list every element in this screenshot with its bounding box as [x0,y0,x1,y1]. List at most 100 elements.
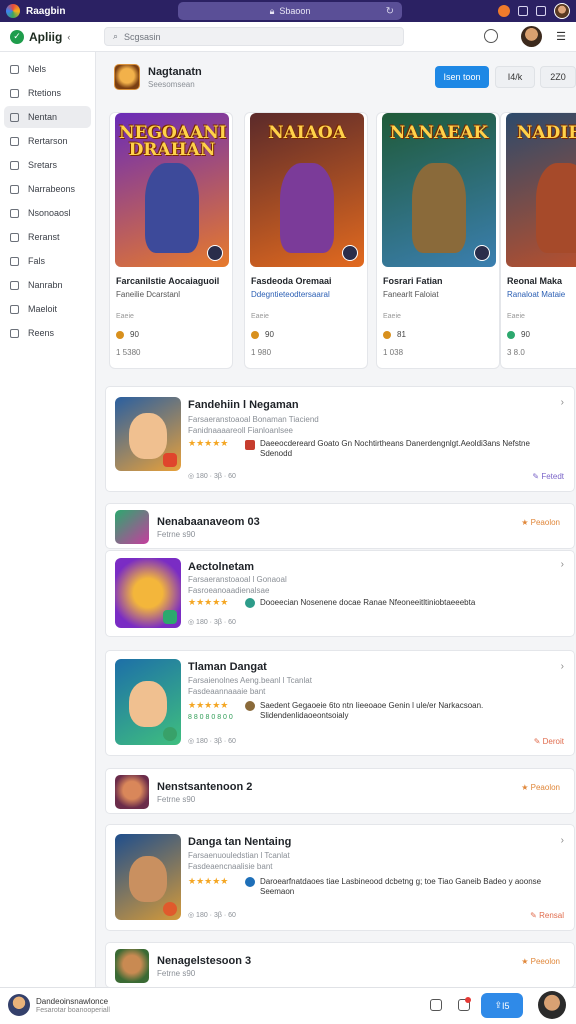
pencil-icon: ✎ [533,737,543,746]
game-description: Saedent Gegaoeie 6to ntn Iieeoaoe Genin … [260,701,484,720]
star-icon: ★ [521,957,531,966]
coin-icon [251,330,259,339]
sidebar-item-10[interactable]: Maeloit [4,298,91,320]
app-mini-icon [245,877,255,887]
game-name: Reonal Maka [507,276,563,286]
featured-card[interactable]: NADIEAK Reonal Maka Ranaloat Mataie Eaei… [500,112,576,369]
coin-row: 81 [383,330,406,339]
pencil-icon: ✎ [530,911,540,920]
section-title: Nenagelstesoon 3 [157,955,252,967]
sidebar-item-4[interactable]: Sretars [4,154,91,176]
clock-icon[interactable] [484,29,498,43]
featured-card[interactable]: NAIAOA Fasdeoda Oremaai Ddegntieteodters… [244,112,368,369]
game-developer[interactable]: Fanearlt Faloiat [383,290,439,299]
pin-action[interactable]: ★ Peaolon [521,518,560,527]
edit-action[interactable]: ✎ Fetedt [532,472,564,481]
edit-action[interactable]: ✎ Rensal [530,911,564,920]
coin-row: 90 [251,330,274,339]
section-header[interactable]: Nenstsantenoon 2 Fetrne s90 ★ Peaolon [105,768,575,814]
secondary-button-2[interactable]: 2Z0 [540,66,576,88]
browser-profile-avatar[interactable] [554,3,570,19]
character-face [129,681,167,727]
pin-action[interactable]: ★ Peeolon [521,957,560,966]
primary-action-button[interactable]: ⇪ I5 [481,993,523,1018]
character-face [129,413,167,459]
game-name[interactable]: Fandehiin l Negaman [188,399,299,411]
star-icon: ★ [521,783,531,792]
section-icon [115,775,149,809]
edit-action[interactable]: ✎ Deroit [534,737,564,746]
primary-button[interactable]: Isen toon [435,66,489,88]
page-header: Nagtanatn Seesomsean Isen toon I4/k 2Z0 [112,62,576,96]
menu-icon[interactable]: ☰ [556,30,566,43]
window-icon[interactable] [536,6,546,16]
bell-icon[interactable] [430,999,442,1011]
game-thumbnail [115,659,181,745]
game-name[interactable]: Aectolnetam [188,561,254,573]
extension-icon[interactable] [498,5,510,17]
action-badge-icon [163,610,177,624]
game-list-card[interactable]: Aectolnetam Farsaeranstoaoal l Gonaoal F… [105,550,575,637]
game-list-card[interactable]: Fandehiin l Negaman Farsaeranstoaoal Bon… [105,386,575,492]
chevron-right-icon[interactable]: › [561,559,564,570]
featured-card[interactable]: NANAEAK Fosrari Fatian Fanearlt Faloiat … [376,112,500,369]
game-developer[interactable]: Faneilie Dcarstanl [116,290,180,299]
game-thumbnail [115,558,181,628]
nav-icon [10,328,19,338]
game-tags: 8 8 0 8 0 8 0 0 [188,714,233,721]
sidebar: Nels Rtetions Nentan Rertarson Sretars N… [0,52,96,987]
chevron-right-icon[interactable]: › [561,835,564,846]
sidebar-item-3[interactable]: Rertarson [4,130,91,152]
now-playing-avatar[interactable] [8,994,30,1016]
game-info-line: Fasdeaannaaaie bant [188,687,266,696]
game-developer[interactable]: Ddegntieteodtersaaral [251,290,330,299]
sidebar-item-11[interactable]: Reens [4,322,91,344]
game-stats: ◎ 180 · 3β · 60 [188,473,236,480]
rating-stars: ★★★★★ [188,597,229,607]
featured-card[interactable]: NEGOAANI DRAHAN Farcanilstie Aocaiaguoil… [109,112,233,369]
game-meta: Eaeie [507,313,525,320]
game-name[interactable]: Tlaman Dangat [188,661,267,673]
tab-title[interactable]: Raagbin [26,6,146,17]
search-input[interactable]: ⌕ Scgsasin [104,27,404,46]
game-info-line: Farsaeranstoaoal l Gonaoal [188,575,287,584]
nav-icon [10,88,19,98]
sidebar-item-1[interactable]: Rtetions [4,82,91,104]
sidebar-item-7[interactable]: Reranst [4,226,91,248]
action-badge-icon [163,453,177,467]
sidebar-item-8[interactable]: Fals [4,250,91,272]
chevron-right-icon[interactable]: › [561,397,564,408]
game-developer[interactable]: Ranaloat Mataie [507,290,565,299]
sidebar-item-5[interactable]: Narrabeons [4,178,91,200]
game-logo-text: NAIAOA [268,123,346,143]
sidebar-item-9[interactable]: Nanrabn [4,274,91,296]
action-badge-icon [163,902,177,916]
reload-icon[interactable]: ↻ [386,6,394,17]
nav-icon [10,136,19,146]
pin-action[interactable]: ★ Peaolon [521,783,560,792]
section-subtitle: Fetrne s90 [157,530,196,539]
coin-icon [383,330,391,339]
coin-row: 90 [116,330,139,339]
section-header[interactable]: Nenagelstesoon 3 Fetrne s90 ★ Peeolon [105,942,575,987]
sidebar-item-6[interactable]: Nsonoaosl [4,202,91,224]
address-bar[interactable]: 🔒︎ Sbaoon ↻ [178,2,402,20]
page-title: Nagtanatn [148,66,202,78]
user-avatar[interactable] [521,26,542,47]
nav-icon [10,208,19,218]
sidebar-item-2-active[interactable]: Nentan [4,106,91,128]
game-list-card[interactable]: Tlaman Dangat Farsaienolnes Aeng.beanl l… [105,650,575,756]
tabs-icon[interactable] [518,6,528,16]
game-list-card[interactable]: Danga tan Nentaing Farsaenuouledstian l … [105,824,575,931]
section-header[interactable]: Nenabaanaveom 03 Fetrne s90 ★ Peaolon [105,503,575,549]
game-name[interactable]: Danga tan Nentaing [188,836,291,848]
browser-logo-icon [6,4,20,18]
brand[interactable]: ✓ Apliig ‹ [10,29,102,44]
action-badge-icon [163,727,177,741]
game-info-line: Farsaienolnes Aeng.beanl l Tcanlat [188,676,312,685]
chevron-right-icon[interactable]: › [561,661,564,672]
coin-row: 90 [507,330,530,339]
sidebar-item-0[interactable]: Nels [4,58,91,80]
secondary-button-1[interactable]: I4/k [495,66,535,88]
user-avatar[interactable] [538,991,566,1019]
